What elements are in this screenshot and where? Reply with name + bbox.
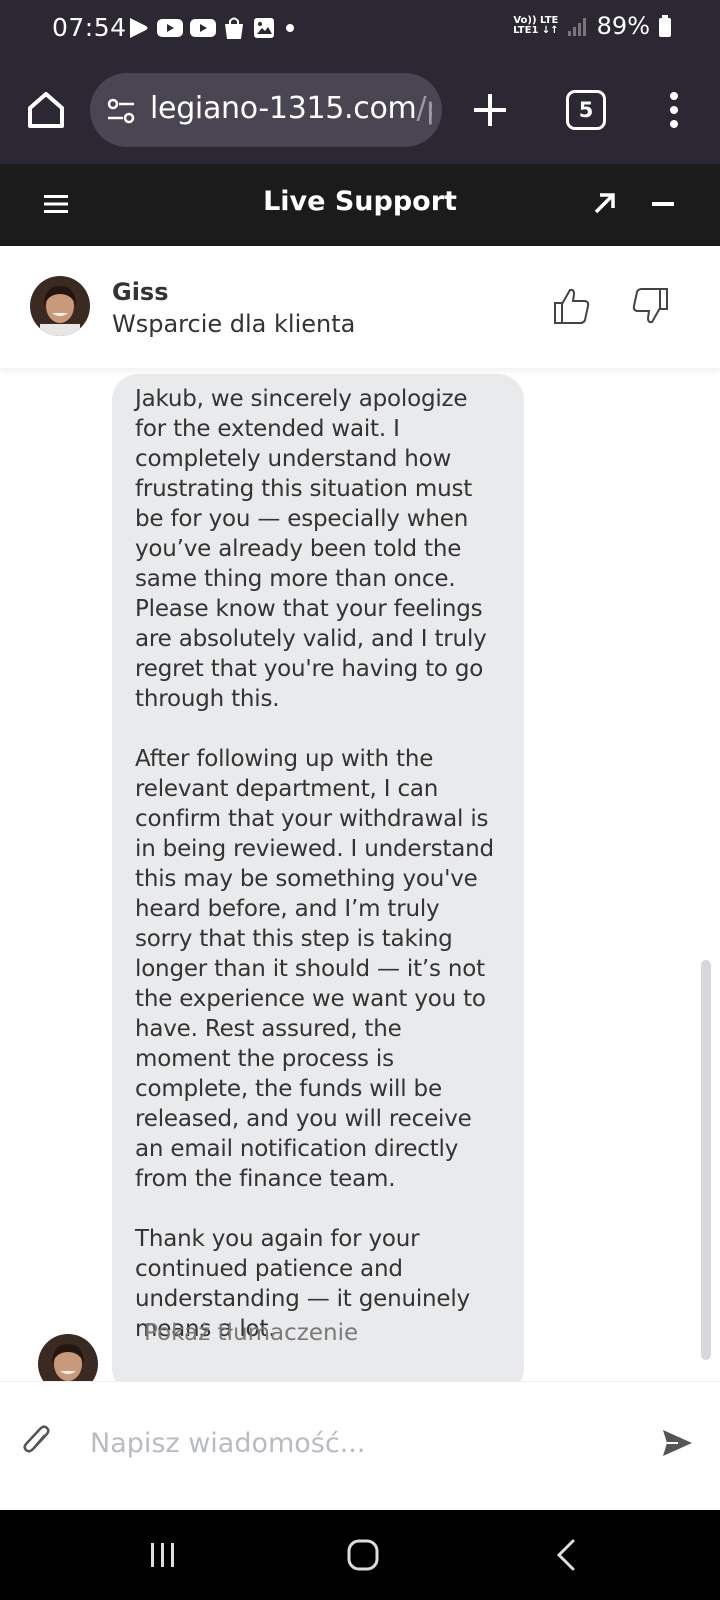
agent-message-bubble: Jakub, we sincerely apologize for the ex…: [112, 374, 524, 1381]
show-translation-link[interactable]: Pokaż tłumaczenie: [144, 1320, 358, 1346]
agent-name: Giss: [112, 278, 169, 306]
play-icon: [130, 18, 148, 38]
paperclip-icon[interactable]: [22, 1424, 52, 1458]
network-indicator: Vo)) LTE LTE1 ↓↑: [513, 16, 559, 36]
avatar: [30, 276, 90, 336]
url-text[interactable]: legiano-1315.com/pl/: [150, 91, 432, 126]
url-path: /pl/: [416, 91, 432, 126]
agent-bar: Giss Wsparcie dla klienta: [0, 246, 720, 368]
site-info-icon[interactable]: [106, 97, 136, 125]
send-icon[interactable]: [660, 1426, 694, 1460]
home-circle-icon[interactable]: [346, 1538, 380, 1572]
agent-photo: [30, 276, 90, 336]
tabs-icon[interactable]: 5: [566, 90, 606, 130]
system-nav-bar: [0, 1510, 720, 1600]
shopping-bag-icon: [225, 17, 243, 39]
thumbs-up-icon[interactable]: [552, 286, 592, 326]
address-bar[interactable]: legiano-1315.com/pl/: [90, 73, 442, 147]
notification-icons: [126, 16, 297, 40]
thumbs-down-icon[interactable]: [630, 286, 670, 326]
status-bar: 07:54 Vo)) LTE LTE1 ↓↑ 89%: [0, 0, 720, 58]
battery-percent: 89%: [596, 12, 650, 40]
battery-icon: [659, 15, 671, 37]
message-paragraph: After following up with the relevant dep…: [135, 746, 494, 1192]
gallery-icon: [254, 18, 274, 38]
message-composer: [0, 1381, 720, 1510]
status-time: 07:54: [52, 13, 127, 42]
scrollbar[interactable]: [701, 960, 711, 1360]
messages-area[interactable]: Jakub, we sincerely apologize for the ex…: [0, 368, 720, 1381]
minimize-icon[interactable]: [652, 202, 674, 206]
recents-icon[interactable]: [148, 1540, 178, 1570]
message-paragraph: Jakub, we sincerely apologize for the ex…: [135, 386, 487, 712]
back-icon[interactable]: [554, 1538, 578, 1572]
more-icon[interactable]: [664, 90, 684, 130]
youtube-icon: [190, 19, 216, 37]
message-avatar: [38, 1334, 98, 1381]
url-domain: legiano-1315.com: [150, 91, 417, 126]
home-icon[interactable]: [24, 88, 68, 132]
agent-photo: [38, 1334, 98, 1381]
message-input[interactable]: [90, 1418, 630, 1468]
plus-icon[interactable]: [470, 90, 510, 130]
network-bottom: LTE1 ↓↑: [513, 25, 559, 36]
signal-icon: [567, 18, 586, 36]
status-right: Vo)) LTE LTE1 ↓↑ 89%: [513, 12, 672, 40]
expand-icon[interactable]: [592, 192, 616, 216]
browser-toolbar: legiano-1315.com/pl/ 5: [0, 58, 720, 164]
agent-role: Wsparcie dla klienta: [112, 310, 356, 338]
dot-icon: [286, 24, 294, 32]
youtube-icon: [157, 19, 183, 37]
chat-header: Live Support: [0, 164, 720, 246]
